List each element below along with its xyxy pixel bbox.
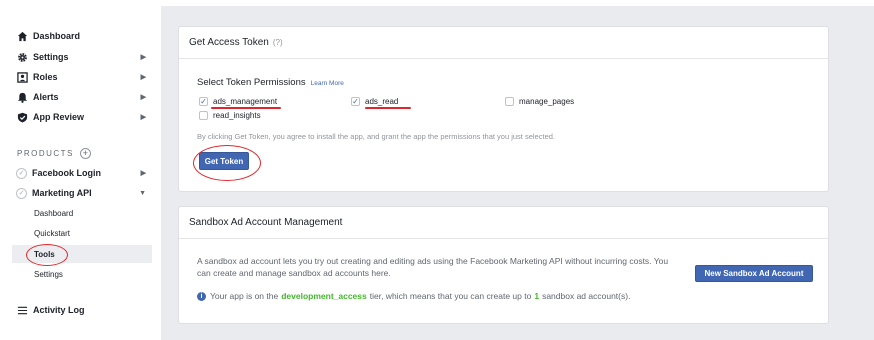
card-header: Get Access Token (?) xyxy=(179,27,828,59)
check-circle-icon: ✓ xyxy=(16,167,27,179)
checkbox-unchecked-icon[interactable] xyxy=(505,97,514,106)
chevron-right-icon: ▶ xyxy=(140,54,146,61)
learn-more-link[interactable]: Learn More xyxy=(311,80,344,87)
sidebar-item-label: Roles xyxy=(33,72,58,82)
sidebar-item-dashboard[interactable]: Dashboard xyxy=(16,27,150,45)
checkbox-unchecked-icon[interactable] xyxy=(199,111,208,120)
annotation-circle xyxy=(193,145,261,181)
sandbox-card: Sandbox Ad Account Management A sandbox … xyxy=(178,206,829,324)
bell-icon xyxy=(16,91,28,103)
sidebar-item-facebook-login[interactable]: ✓ Facebook Login ▶ xyxy=(16,164,150,182)
sidebar-item-alerts[interactable]: Alerts ▶ xyxy=(16,88,150,106)
roles-icon xyxy=(16,71,28,83)
sidebar-item-label: App Review xyxy=(33,112,85,122)
annotation-underline xyxy=(211,107,281,109)
access-token-card: Get Access Token (?) Select Token Permis… xyxy=(178,26,829,192)
sidebar: Dashboard Settings ▶ Roles ▶ Alerts ▶ Ap… xyxy=(0,0,160,340)
tier-name: development_access xyxy=(281,291,367,301)
permission-read-insights[interactable]: read_insights xyxy=(199,111,261,120)
check-circle-icon: ✓ xyxy=(16,187,27,199)
products-section-label: PRODUCTS + xyxy=(17,146,91,160)
chevron-right-icon: ▶ xyxy=(140,74,146,81)
info-icon: i xyxy=(197,291,206,301)
gear-icon xyxy=(16,51,28,63)
permissions-title: Select Token Permissions Learn More xyxy=(197,77,344,88)
sidebar-item-label: Facebook Login xyxy=(32,168,102,178)
list-icon xyxy=(16,304,28,316)
sidebar-item-label: Activity Log xyxy=(33,305,85,315)
token-disclaimer: By clicking Get Token, you agree to inst… xyxy=(197,132,555,141)
app-tier-status: i Your app is on the development_access … xyxy=(197,291,630,301)
add-product-icon[interactable]: + xyxy=(79,147,91,159)
sidebar-subitem-settings[interactable]: Settings xyxy=(34,265,150,283)
sidebar-item-marketing-api[interactable]: ✓ Marketing API ▼ xyxy=(16,184,150,202)
permission-ads-management[interactable]: ✓ ads_management xyxy=(199,97,277,106)
permission-manage-pages[interactable]: manage_pages xyxy=(505,97,574,106)
sidebar-item-roles[interactable]: Roles ▶ xyxy=(16,68,150,86)
sidebar-item-label: Dashboard xyxy=(33,31,81,41)
sidebar-subitem-dashboard[interactable]: Dashboard xyxy=(34,204,150,222)
sidebar-subitem-quickstart[interactable]: Quickstart xyxy=(34,224,150,242)
card-title: Get Access Token xyxy=(189,37,269,48)
house-icon xyxy=(16,30,28,42)
new-sandbox-account-button[interactable]: New Sandbox Ad Account xyxy=(695,265,813,282)
main-content: Get Access Token (?) Select Token Permis… xyxy=(161,6,874,340)
sidebar-item-label: Marketing API xyxy=(32,188,92,198)
checkbox-checked-icon[interactable]: ✓ xyxy=(199,97,208,106)
card-title: Sandbox Ad Account Management xyxy=(189,217,343,228)
chevron-down-icon: ▼ xyxy=(139,189,146,197)
annotation-underline xyxy=(365,107,411,109)
chevron-right-icon: ▶ xyxy=(140,114,146,121)
chevron-right-icon: ▶ xyxy=(140,94,146,101)
sandbox-description: A sandbox ad account lets you try out cr… xyxy=(197,256,669,278)
chevron-right-icon: ▶ xyxy=(140,170,146,177)
sidebar-item-label: Settings xyxy=(33,52,69,62)
help-icon[interactable]: (?) xyxy=(273,38,283,47)
account-limit: 1 xyxy=(534,291,540,301)
annotation-circle xyxy=(26,244,68,266)
sidebar-item-settings[interactable]: Settings ▶ xyxy=(16,48,150,66)
shield-check-icon xyxy=(16,111,28,123)
permission-ads-read[interactable]: ✓ ads_read xyxy=(351,97,398,106)
sidebar-item-app-review[interactable]: App Review ▶ xyxy=(16,108,150,126)
card-header: Sandbox Ad Account Management xyxy=(179,207,828,239)
sidebar-item-label: Alerts xyxy=(33,92,59,102)
checkbox-checked-icon[interactable]: ✓ xyxy=(351,97,360,106)
sidebar-item-activity-log[interactable]: Activity Log xyxy=(16,301,150,319)
